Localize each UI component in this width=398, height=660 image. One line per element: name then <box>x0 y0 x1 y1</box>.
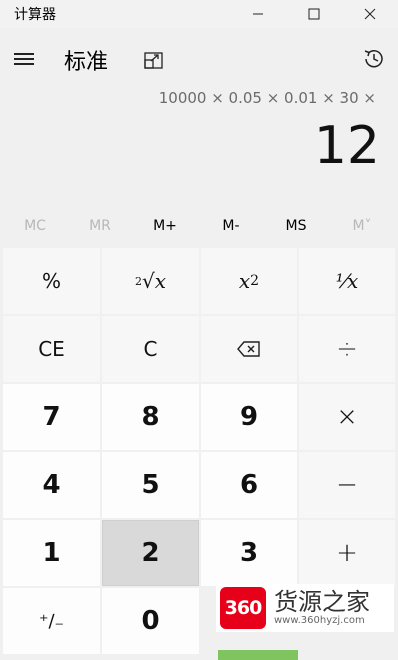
digit-1-button[interactable]: 1 <box>3 520 100 586</box>
digit-3-button[interactable]: 3 <box>201 520 297 586</box>
backspace-icon <box>237 341 260 357</box>
digit-7-button[interactable]: 7 <box>3 384 100 450</box>
memory-clear-button[interactable]: MC <box>5 218 65 234</box>
mode-title: 标准 <box>64 50 109 75</box>
digit-1-label: 1 <box>42 538 61 568</box>
divide-button[interactable]: ÷ <box>299 316 395 382</box>
clear-button[interactable]: C <box>102 316 199 382</box>
maximize-icon <box>308 8 320 20</box>
digit-2-label: 2 <box>141 538 160 568</box>
memory-list-button[interactable]: M˅ <box>332 218 392 234</box>
clear-label: C <box>143 337 158 361</box>
maximize-button[interactable] <box>290 0 338 28</box>
digit-3-label: 3 <box>239 538 259 568</box>
root-variable: x <box>154 269 167 293</box>
percent-label: % <box>41 269 61 293</box>
plus-label: + <box>336 538 358 568</box>
memory-row: MC MR M+ M- MS M˅ <box>0 210 398 244</box>
digit-4-label: 4 <box>42 470 61 500</box>
digit-9-button[interactable]: 9 <box>201 384 297 450</box>
keep-on-top-icon <box>144 52 163 69</box>
multiply-button[interactable]: × <box>299 384 395 450</box>
memory-subtract-button[interactable]: M- <box>201 218 261 234</box>
digit-9-label: 9 <box>239 402 259 432</box>
clear-entry-button[interactable]: CE <box>3 316 100 382</box>
digit-7-label: 7 <box>42 402 61 432</box>
digit-6-label: 6 <box>239 470 259 500</box>
digit-4-button[interactable]: 4 <box>3 452 100 518</box>
minus-label: − <box>336 470 358 500</box>
app-title: 计算器 <box>14 7 56 23</box>
clear-entry-label: CE <box>38 337 65 361</box>
digit-8-label: 8 <box>141 402 160 432</box>
minus-button[interactable]: − <box>299 452 395 518</box>
digit-5-button[interactable]: 5 <box>102 452 199 518</box>
watermark-brand: 货源之家 <box>274 588 370 616</box>
reciprocal-button[interactable]: ⅟x <box>299 248 395 314</box>
minimize-button[interactable] <box>234 0 282 28</box>
negate-label: ⁺∕₋ <box>38 610 65 632</box>
multiply-label: × <box>336 402 358 432</box>
memory-add-button[interactable]: M+ <box>135 218 195 234</box>
close-button[interactable] <box>346 0 394 28</box>
result-display: 12 <box>313 116 380 176</box>
reciprocal-label: ⅟x <box>335 269 359 293</box>
square-base: x <box>238 269 251 293</box>
square-button[interactable]: x2 <box>201 248 297 314</box>
hamburger-icon[interactable] <box>12 50 36 68</box>
digit-2-button[interactable]: 2 <box>102 520 199 586</box>
memory-recall-button[interactable]: MR <box>70 218 130 234</box>
watermark-badge: 360 <box>220 587 266 629</box>
digit-8-button[interactable]: 8 <box>102 384 199 450</box>
keep-on-top-button[interactable] <box>142 49 166 73</box>
minimize-icon <box>253 13 263 15</box>
digit-0-button[interactable]: 0 <box>102 588 199 654</box>
close-icon <box>364 8 376 20</box>
plus-button[interactable]: + <box>299 520 395 586</box>
root-index: 2 <box>134 274 142 288</box>
digit-6-button[interactable]: 6 <box>201 452 297 518</box>
square-root-button[interactable]: 2 √ x <box>102 248 199 314</box>
backspace-button[interactable] <box>201 316 297 382</box>
negate-button[interactable]: ⁺∕₋ <box>3 588 100 654</box>
divide-label: ÷ <box>336 334 358 364</box>
history-button[interactable] <box>360 45 388 73</box>
watermark: 360 货源之家 www.360hyzj.com <box>216 584 394 632</box>
memory-store-button[interactable]: MS <box>266 218 326 234</box>
digit-0-label: 0 <box>141 606 160 636</box>
history-icon <box>364 50 383 68</box>
square-exponent: 2 <box>250 273 260 289</box>
digit-5-label: 5 <box>141 470 160 500</box>
title-bar: 计算器 <box>0 0 398 28</box>
background-strip <box>218 650 298 660</box>
expression-display: 10000 × 0.05 × 0.01 × 30 × <box>158 89 376 107</box>
percent-button[interactable]: % <box>3 248 100 314</box>
watermark-url: www.360hyzj.com <box>274 615 365 626</box>
header: 标准 <box>0 36 398 84</box>
